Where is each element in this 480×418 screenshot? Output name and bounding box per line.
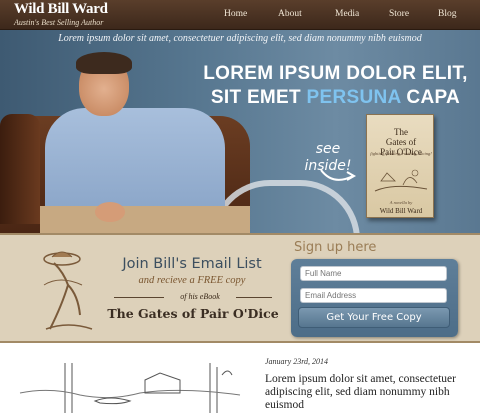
headline-part-a: SIT EMET — [210, 87, 307, 108]
hero-headline: LOREM IPSUM DOLOR ELIT, SIT EMET PERSUNA… — [203, 62, 468, 110]
book-cover-title-2: Gates of — [385, 137, 417, 147]
join-list-heading: Join Bill's Email List — [122, 256, 262, 272]
nav-blog[interactable]: Blog — [438, 9, 456, 19]
email-signup-section: Join Bill's Email List and recieve a FRE… — [0, 233, 480, 343]
couch-arm-image — [0, 114, 40, 224]
author-photo-shirt — [45, 108, 225, 216]
book-cover[interactable]: The Gates of Pair O'Dice fighting, feudi… — [366, 114, 434, 218]
headline-line-2: SIT EMET PERSUNA CAPA — [203, 86, 468, 110]
see-inside-line-1: see — [315, 141, 341, 157]
nav-store[interactable]: Store — [389, 9, 409, 19]
author-photo-hair — [76, 52, 132, 74]
headline-highlight: PERSUNA — [306, 87, 401, 108]
nav-home[interactable]: Home — [224, 9, 247, 19]
email-input[interactable] — [300, 288, 447, 303]
curved-arrow-icon — [320, 169, 357, 181]
divider-left — [114, 297, 164, 298]
blog-post-illustration — [0, 345, 250, 413]
book-cover-subtitle: A novella by — [389, 200, 413, 205]
cowboy-illustration-icon — [43, 251, 93, 330]
nav-about[interactable]: About — [278, 9, 302, 19]
hero-tagline: Lorem ipsum dolor sit amet, consectetuer… — [58, 33, 422, 44]
headline-part-b: CAPA — [400, 87, 461, 108]
book-cover-author: Wild Bill Ward — [379, 207, 423, 215]
author-photo-hand — [95, 202, 125, 222]
headline-line-1: LOREM IPSUM DOLOR ELIT, — [203, 63, 468, 84]
free-copy-text: and recieve a FREE copy — [138, 275, 246, 286]
get-free-copy-button[interactable]: Get Your Free Copy — [298, 307, 450, 328]
post-date: January 23rd, 2014 — [265, 357, 329, 366]
ranch-sketch-icon — [19, 363, 241, 413]
ebook-text: of his eBook — [180, 292, 220, 301]
book-cover-sketch-icon — [374, 169, 428, 192]
book-cover-title-1: The — [394, 127, 408, 137]
author-photo-pants — [40, 206, 250, 233]
book-cover-tagline: fighting, feuding, rustling, racing! — [370, 151, 432, 156]
logo-title[interactable]: Wild Bill Ward — [14, 1, 108, 18]
post-excerpt: Lorem ipsum dolor sit amet, consectetuer… — [265, 373, 456, 411]
hero-banner: Lorem ipsum dolor sit amet, consectetuer… — [0, 30, 480, 233]
ebook-title: The Gates of Pair O'Dice — [107, 306, 279, 321]
full-name-input[interactable] — [300, 266, 447, 281]
logo-subtitle: Austin's Best Selling Author — [14, 18, 104, 27]
signup-heading: Sign up here — [294, 240, 377, 255]
divider-right — [236, 297, 272, 298]
site-header: Wild Bill Ward Austin's Best Selling Aut… — [0, 0, 480, 30]
nav-media[interactable]: Media — [335, 9, 359, 19]
